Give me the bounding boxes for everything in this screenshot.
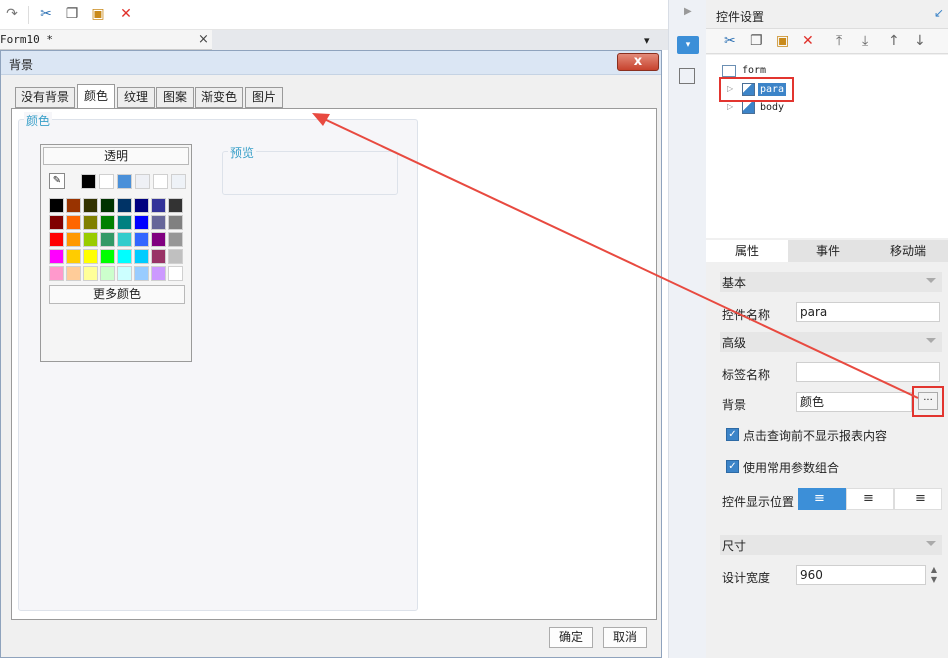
annotation-arrow — [312, 113, 919, 399]
